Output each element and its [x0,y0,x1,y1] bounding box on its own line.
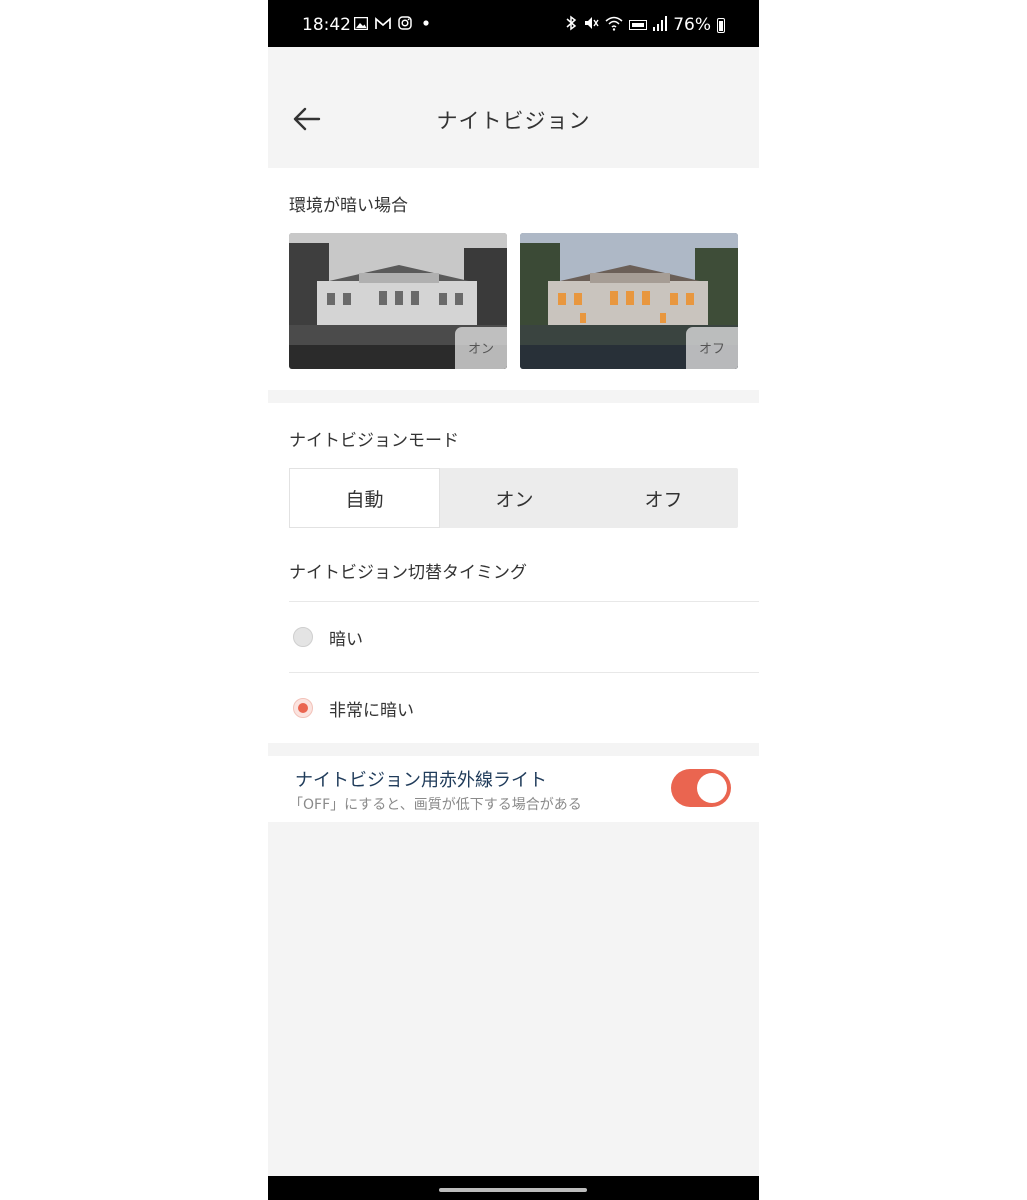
wifi-icon [605,15,623,35]
instagram-icon [398,16,412,34]
status-bar: 18:42 76% [268,0,759,47]
environment-label: 環境が暗い場合 [289,196,408,216]
volte-icon [629,16,648,35]
battery-percent: 76% [673,15,711,35]
timing-label: ナイトビジョン切替タイミング [289,563,527,583]
toggle-knob [697,773,727,803]
battery-icon [717,17,725,33]
app-header: ナイトビジョン [268,47,759,168]
signal-icon [653,15,668,35]
radio-button-checked[interactable] [293,698,313,718]
mode-section: ナイトビジョンモード 自動 オン オフ ナイトビジョン切替タイミング 暗い 非常… [268,403,759,743]
home-gesture-handle[interactable] [439,1188,587,1192]
off-badge: オフ [686,327,738,369]
ir-light-title: ナイトビジョン用赤外線ライト [295,770,547,791]
mail-icon [375,16,391,34]
phone-screen: 18:42 76% ナイトビジョン 環境が暗い場合 オン オフ ナイトビジョンモ… [268,0,759,1200]
mode-option-on[interactable]: オン [440,468,589,528]
ir-light-subtitle: 「OFF」にすると、画質が低下する場合がある [289,797,582,813]
night-vision-off-preview: オフ [520,233,738,369]
timing-option-very-dark[interactable]: 非常に暗い [289,673,759,743]
timing-option-label: 非常に暗い [329,700,414,721]
mode-label: ナイトビジョンモード [289,431,459,451]
gallery-icon [353,16,369,34]
status-time: 18:42 [302,15,351,35]
on-badge: オン [455,327,507,369]
mode-segmented-control: 自動 オン オフ [289,468,738,528]
radio-button[interactable] [293,627,313,647]
timing-option-dark[interactable]: 暗い [289,602,759,672]
timing-option-label: 暗い [329,629,363,650]
mode-option-auto[interactable]: 自動 [289,468,440,528]
page-title: ナイトビジョン [436,109,591,133]
environment-section: 環境が暗い場合 オン オフ [268,168,759,390]
dot-icon [419,16,433,34]
mode-option-off[interactable]: オフ [589,468,738,528]
bluetooth-icon [566,15,577,35]
ir-light-toggle[interactable] [671,769,731,807]
night-vision-on-preview: オン [289,233,507,369]
navigation-bar [268,1176,759,1200]
mute-icon [583,15,599,35]
ir-light-section: ナイトビジョン用赤外線ライト 「OFF」にすると、画質が低下する場合がある [268,756,759,822]
